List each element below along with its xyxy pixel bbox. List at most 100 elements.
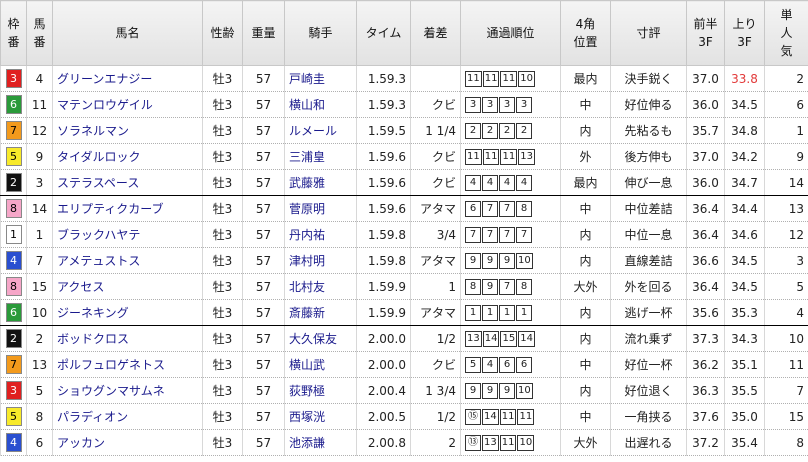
time-cell: 1.59.6: [356, 143, 411, 170]
jockey-link[interactable]: 丹内祐: [284, 221, 357, 248]
comment-cell: 中位一息: [610, 221, 687, 248]
last3f-cell: 35.4: [724, 429, 765, 456]
last3f-cell: 34.5: [724, 273, 765, 300]
horse-name-link[interactable]: グリーンエナジー: [52, 65, 203, 92]
horse-name-link[interactable]: パラディオン: [52, 403, 203, 430]
table-row[interactable]: 2 2 ボッドクロス 牡3 57 大久保友 2.00.0 1/2 13 14 15 14 内流れ乗ず 37…: [0, 325, 808, 352]
horse-name-link[interactable]: ポルフュロゲネトス: [52, 351, 203, 378]
table-row[interactable]: 5 8 パラディオン 牡3 57 西塚洸 2.00.5 1/2 ⑮ 14 11 11 中一角挟る 37.6…: [0, 403, 808, 430]
jockey-link[interactable]: 菅原明: [284, 195, 357, 222]
table-row[interactable]: 3 4 グリーンエナジー 牡3 57 戸崎圭 1.59.3 11 11 11 10 最内 決手鋭く 37.…: [0, 65, 808, 92]
table-row[interactable]: 6 11 マテンロウゲイル 牡3 57 横山和 1.59.3 クビ 3 3 3 3 中好位伸る 36.0 3…: [0, 91, 808, 118]
header-time[interactable]: タイム: [356, 0, 411, 66]
popularity-cell: 12: [764, 221, 808, 248]
passing-position-box: 9: [499, 253, 515, 269]
popularity-cell: 10: [764, 325, 808, 352]
passing-position-box: 9: [465, 253, 481, 269]
jockey-link[interactable]: 津村明: [284, 247, 357, 274]
horse-name-link[interactable]: ブラックハヤテ: [52, 221, 203, 248]
jockey-link[interactable]: 横山和: [284, 91, 357, 118]
table-row[interactable]: 7 13 ポルフュロゲネトス 牡3 57 横山武 2.00.0 クビ 5 4 6 6 中好位一杯 36.2…: [0, 351, 808, 378]
jockey-link[interactable]: ルメール: [284, 117, 357, 144]
waku-cell: 6: [0, 91, 27, 118]
horse-name-link[interactable]: ステラスペース: [52, 169, 203, 196]
passing-position-box: 1: [482, 305, 498, 321]
header-sex-age[interactable]: 性齢: [202, 0, 243, 66]
comment-cell: 流れ乗ず: [610, 325, 687, 352]
header-margin[interactable]: 着差: [410, 0, 461, 66]
waku-badge: 2: [5, 173, 22, 192]
horse-name-link[interactable]: アッカン: [52, 429, 203, 456]
first3f-cell: 35.7: [686, 117, 725, 144]
weight-cell: 57: [242, 403, 285, 430]
passing-position-box: 5: [465, 357, 481, 373]
passing-order-cell: 13 14 15 14: [460, 325, 561, 352]
table-row[interactable]: 8 14 エリプティクカーブ 牡3 57 菅原明 1.59.6 アタマ 6 7 7 8 中中位差詰 36.…: [0, 195, 808, 222]
table-row[interactable]: 5 9 タイダルロック 牡3 57 三浦皇 1.59.6 クビ 11 11 11 13 外後方伸も 37.…: [0, 143, 808, 170]
horse-name-link[interactable]: ボッドクロス: [52, 325, 203, 352]
jockey-link[interactable]: 北村友: [284, 273, 357, 300]
horse-name-link[interactable]: アメテュストス: [52, 247, 203, 274]
header-comment[interactable]: 寸評: [610, 0, 687, 66]
header-popularity[interactable]: 単人気: [764, 0, 808, 66]
jockey-link[interactable]: 武藤雅: [284, 169, 357, 196]
header-waku[interactable]: 枠番: [0, 0, 27, 66]
first3f-cell: 36.3: [686, 377, 725, 404]
jockey-link[interactable]: 池添謙: [284, 429, 357, 456]
table-row[interactable]: 7 12 ソラネルマン 牡3 57 ルメール 1.59.5 1 1/4 2 2 2 2 内先粘るも 35.…: [0, 117, 808, 144]
table-row[interactable]: 8 15 アクセス 牡3 57 北村友 1.59.9 1 8 9 7 8 大外 外を回る 36.4 34.5 5: [0, 273, 808, 300]
horse-name-link[interactable]: ショウグンマサムネ: [52, 377, 203, 404]
header-first3f[interactable]: 前半 3F: [686, 0, 725, 66]
sex-age-cell: 牡3: [202, 91, 243, 118]
header-last3f[interactable]: 上り 3F: [724, 0, 765, 66]
horse-name-link[interactable]: マテンロウゲイル: [52, 91, 203, 118]
corner4-cell: 内: [560, 325, 611, 352]
header-umaban[interactable]: 馬番: [26, 0, 53, 66]
passing-position-box: 11: [500, 149, 518, 165]
popularity-cell: 7: [764, 377, 808, 404]
sex-age-cell: 牡3: [202, 195, 243, 222]
popularity-cell: 15: [764, 403, 808, 430]
weight-cell: 57: [242, 377, 285, 404]
jockey-link[interactable]: 三浦皇: [284, 143, 357, 170]
passing-position-box: 10: [517, 435, 535, 451]
passing-position-box: 3: [465, 97, 481, 113]
first3f-cell: 37.0: [686, 143, 725, 170]
horse-name-link[interactable]: ジーネキング: [52, 299, 203, 326]
horse-name-link[interactable]: アクセス: [52, 273, 203, 300]
table-row[interactable]: 3 5 ショウグンマサムネ 牡3 57 荻野極 2.00.4 1 3/4 9 9 9 10 内好位退く 3…: [0, 377, 808, 404]
jockey-link[interactable]: 斎藤新: [284, 299, 357, 326]
margin-cell: 2: [410, 429, 461, 456]
waku-badge: 4: [5, 251, 22, 270]
table-row[interactable]: 4 6 アッカン 牡3 57 池添謙 2.00.8 2 ⑬ 13 11 10 大外 出遅れる 37.2 35.…: [0, 429, 808, 456]
jockey-link[interactable]: 戸崎圭: [284, 65, 357, 92]
passing-position-box: 7: [482, 227, 498, 243]
sex-age-cell: 牡3: [202, 325, 243, 352]
header-weight[interactable]: 重量: [242, 0, 285, 66]
header-corner4[interactable]: 4角 位置: [560, 0, 611, 66]
jockey-link[interactable]: 荻野極: [284, 377, 357, 404]
last3f-cell: 35.0: [724, 403, 765, 430]
jockey-link[interactable]: 大久保友: [284, 325, 357, 352]
weight-cell: 57: [242, 65, 285, 92]
passing-position-box: 14: [482, 409, 499, 425]
table-row[interactable]: 6 10 ジーネキング 牡3 57 斎藤新 1.59.9 アタマ 1 1 1 1 内逃げ一杯 35.6 35…: [0, 299, 808, 326]
header-passing-order[interactable]: 通過順位: [460, 0, 561, 66]
header-jockey[interactable]: 騎手: [284, 0, 357, 66]
margin-cell: 3/4: [410, 221, 461, 248]
umaban-cell: 14: [26, 195, 53, 222]
result-rows: 3 4 グリーンエナジー 牡3 57 戸崎圭 1.59.3 11 11 11 10 最内 決手鋭く 37.…: [0, 65, 808, 456]
horse-name-link[interactable]: エリプティクカーブ: [52, 195, 203, 222]
horse-name-link[interactable]: タイダルロック: [52, 143, 203, 170]
jockey-link[interactable]: 西塚洸: [284, 403, 357, 430]
horse-name-link[interactable]: ソラネルマン: [52, 117, 203, 144]
comment-cell: 出遅れる: [610, 429, 687, 456]
passing-position-box: 7: [499, 201, 515, 217]
table-row[interactable]: 1 1 ブラックハヤテ 牡3 57 丹内祐 1.59.8 3/4 7 7 7 7 内中位一息 36.4 34…: [0, 221, 808, 248]
passing-position-box: 11: [482, 149, 500, 165]
header-horse-name[interactable]: 馬名: [52, 0, 203, 66]
table-row[interactable]: 2 3 ステラスペース 牡3 57 武藤雅 1.59.6 クビ 4 4 4 4 最内 伸び一息 36.0 34…: [0, 169, 808, 196]
passing-position-box: 1: [516, 305, 532, 321]
table-row[interactable]: 4 7 アメテュストス 牡3 57 津村明 1.59.8 アタマ 9 9 9 10 内直線差詰 36.6 3…: [0, 247, 808, 274]
jockey-link[interactable]: 横山武: [284, 351, 357, 378]
